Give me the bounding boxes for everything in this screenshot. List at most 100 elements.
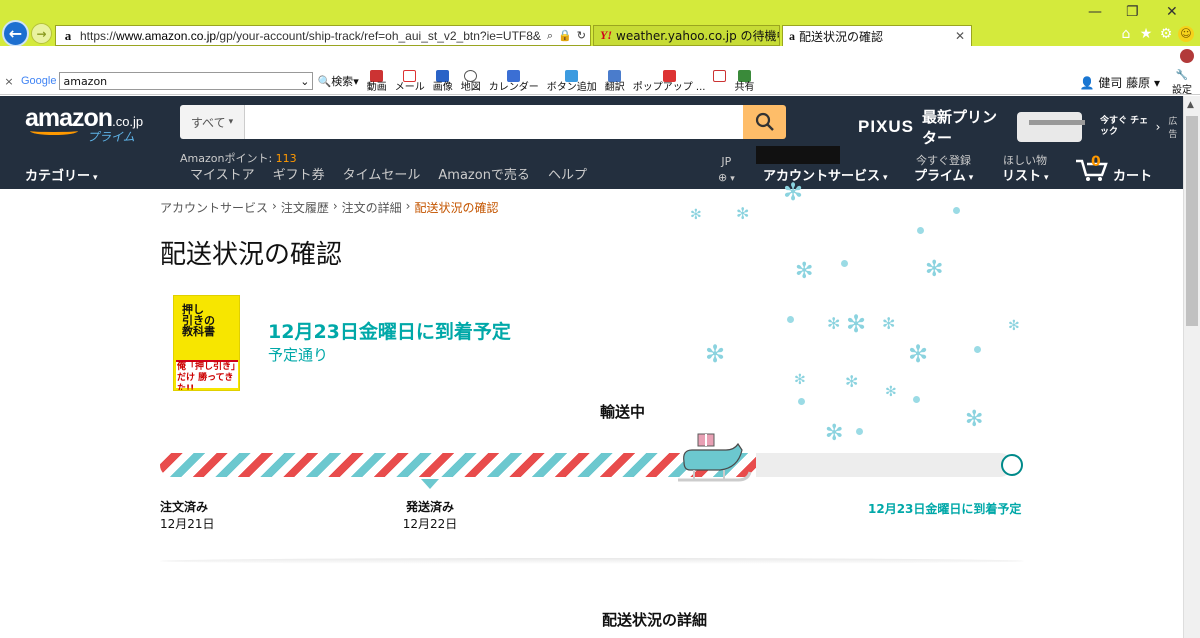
tab-weather[interactable]: Y! weather.yahoo.co.jp の待機中	[593, 25, 780, 46]
snowflake-icon: ✻	[827, 314, 841, 333]
account-services-menu[interactable]: アカウントサービス ▾	[763, 165, 888, 184]
snowflake-icon: ✻	[783, 178, 804, 206]
sleigh-icon	[678, 433, 752, 482]
snowflake-icon: ✻	[795, 259, 814, 284]
milestone-shipped: 発送済み 12月22日	[402, 500, 458, 531]
prime-menu[interactable]: プライム ▾	[914, 165, 973, 184]
toolbar-user[interactable]: 👤 健司 藤原 ▾	[1080, 74, 1160, 91]
book-title: 押し 引きの 教科書	[182, 303, 215, 338]
compass-icon	[464, 69, 478, 82]
page-title: 配送状況の確認	[160, 240, 343, 270]
chevron-right-icon: ›	[1155, 120, 1161, 134]
toolbar-search-button[interactable]: 🔍 検索 ▾	[317, 73, 358, 89]
pixus-ad[interactable]: PIXUS 最新プリンター 今すぐ チェック › 広告	[858, 106, 1183, 148]
lock-icon[interactable]: 🔒	[558, 29, 572, 43]
snowflake-icon: ✻	[885, 384, 897, 400]
snowflake-icon: ✻	[794, 372, 806, 388]
google-toolbar: × Google amazon ⌄ 🔍 検索 ▾ 動画 メール 画像 地図 カレンダ…	[0, 68, 1200, 96]
scrollbar-thumb[interactable]	[1186, 116, 1198, 326]
toolbar-popup[interactable]: ポップアップ ...	[633, 69, 705, 93]
breadcrumb-account[interactable]: アカウントサービス	[160, 199, 268, 216]
cart-label[interactable]: カート	[1113, 165, 1152, 184]
nav-help[interactable]: ヘルプ	[548, 164, 587, 183]
tab-ship-track[interactable]: a 配送状況の確認 ✕	[782, 25, 972, 46]
image-icon	[436, 69, 450, 82]
chevron-down-icon[interactable]: ⌄	[300, 75, 309, 88]
minimize-icon[interactable]: —	[1088, 4, 1102, 20]
search-icon[interactable]: ⌕	[547, 29, 553, 43]
nav-my-store[interactable]: マイストア	[190, 164, 255, 183]
snowflake-icon: ✻	[705, 340, 726, 368]
toolbar-maps[interactable]: 地図	[461, 69, 481, 93]
extension-icon[interactable]	[1180, 49, 1194, 63]
refresh-icon[interactable]: ↻	[577, 29, 586, 43]
delivery-progress-fill	[160, 453, 757, 477]
snow-dot	[798, 398, 805, 405]
category-menu[interactable]: カテゴリー ▾	[25, 165, 98, 184]
breadcrumb-orders[interactable]: 注文履歴	[281, 199, 329, 216]
snow-dot	[856, 428, 863, 435]
search-icon	[755, 112, 774, 131]
close-window-icon[interactable]: ✕	[1166, 4, 1178, 20]
toolbar-translate[interactable]: 翻訳	[605, 69, 625, 93]
toolbar-video[interactable]: 動画	[367, 69, 387, 93]
browser-strip	[0, 46, 1200, 68]
toolbar-gmail[interactable]	[713, 69, 727, 93]
language-selector[interactable]: JP ⊕ ▾	[718, 154, 735, 187]
delivery-progress-track	[160, 453, 1012, 477]
milestone-arrival: 12月23日金曜日に到着予定	[868, 502, 1022, 516]
toolbar-share[interactable]: 共有	[734, 69, 754, 93]
page-scrollbar[interactable]: ▲	[1183, 96, 1200, 638]
toolbar-mail[interactable]: メール	[395, 69, 425, 93]
snow-dot	[913, 396, 920, 403]
snowflake-icon: ✻	[925, 257, 944, 282]
toolbar-search-value: amazon	[63, 74, 108, 88]
user-icon: 👤	[1079, 76, 1095, 90]
snowflake-icon: ✻	[1008, 318, 1020, 334]
scroll-up-icon[interactable]: ▲	[1187, 100, 1194, 110]
forward-button[interactable]: →	[31, 23, 52, 44]
amazon-smile-icon	[30, 127, 78, 135]
smiley-icon[interactable]: ☺	[1178, 26, 1194, 42]
amazon-search-input[interactable]	[245, 105, 743, 139]
snow-dot	[841, 260, 848, 267]
favorites-star-icon[interactable]: ★	[1138, 26, 1154, 42]
snow-dot	[787, 316, 794, 323]
breadcrumb-order-detail[interactable]: 注文の詳細	[342, 199, 402, 216]
amazon-favicon-icon: a	[789, 28, 795, 43]
snowflake-icon: ✻	[846, 310, 867, 338]
maximize-icon[interactable]: ❐	[1126, 4, 1139, 20]
amazon-search: すべて ▾	[180, 105, 786, 139]
nav-sell[interactable]: Amazonで売る	[438, 164, 530, 183]
back-button[interactable]: ←	[2, 20, 29, 47]
nav-gift-card[interactable]: ギフト券	[273, 164, 325, 183]
on-time-status: 予定通り	[268, 346, 329, 364]
shipped-marker-icon	[421, 479, 439, 489]
snow-dot	[974, 346, 981, 353]
home-icon[interactable]: ⌂	[1118, 26, 1134, 42]
snowflake-icon: ✻	[736, 204, 750, 223]
video-icon	[370, 69, 384, 82]
toolbar-search-input[interactable]: amazon ⌄	[59, 72, 314, 90]
snowflake-icon: ✻	[825, 421, 844, 446]
snow-dot	[917, 227, 924, 234]
close-toolbar-icon[interactable]: ×	[0, 75, 18, 88]
toolbar-add-button[interactable]: ボタン追加	[547, 69, 597, 93]
search-button[interactable]	[743, 105, 786, 139]
nav-time-sale[interactable]: タイムセール	[343, 164, 421, 183]
delivery-destination-circle	[1001, 454, 1023, 476]
address-bar[interactable]: a https://www.amazon.co.jp/gp/your-accou…	[55, 25, 591, 46]
toolbar-settings[interactable]: 🔧 設定	[1172, 70, 1192, 96]
toolbar-calendar[interactable]: カレンダー	[489, 69, 539, 93]
search-category-select[interactable]: すべて ▾	[180, 105, 245, 139]
shipment-status: 輸送中	[600, 403, 646, 421]
address-url[interactable]: https://www.amazon.co.jp/gp/your-account…	[80, 29, 543, 43]
close-tab-icon[interactable]: ✕	[955, 29, 965, 43]
wishlist-menu[interactable]: リスト ▾	[1002, 165, 1049, 184]
product-image[interactable]: 押し 引きの 教科書 俺「押し引き」だけ 勝ってきた!!	[173, 295, 240, 391]
gear-icon[interactable]: ⚙	[1158, 26, 1174, 42]
toolbar-images[interactable]: 画像	[433, 69, 453, 93]
wrench-icon: 🔧	[1175, 70, 1189, 81]
popup-blocker-icon	[662, 69, 676, 82]
milestone-ordered: 注文済み 12月21日	[160, 500, 215, 531]
